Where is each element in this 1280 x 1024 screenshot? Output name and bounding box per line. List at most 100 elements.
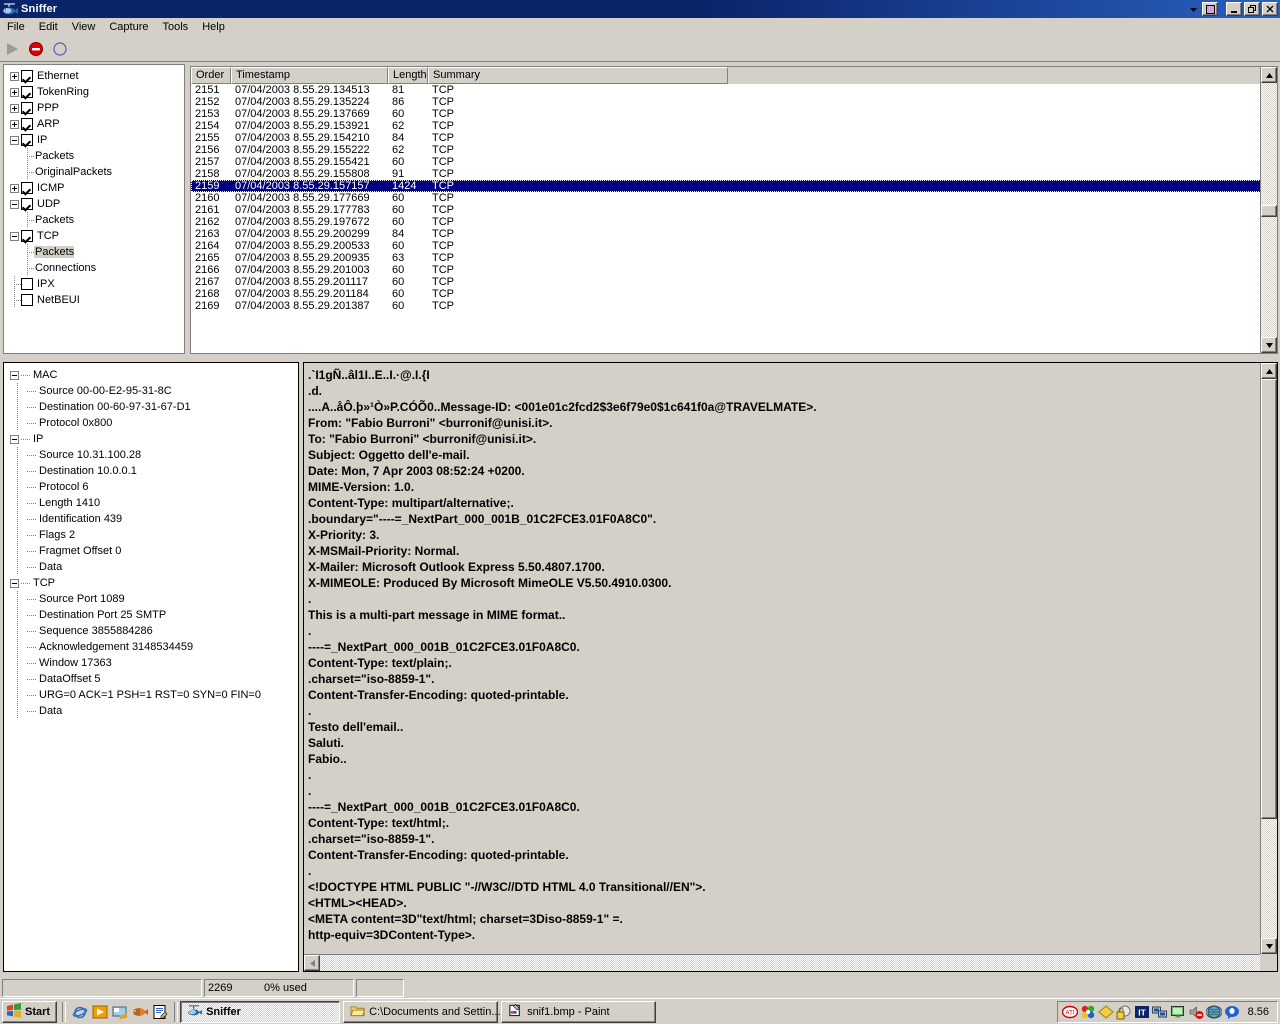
detail-tree-item[interactable]: Data bbox=[8, 559, 298, 575]
messenger-icon[interactable] bbox=[1224, 1004, 1240, 1020]
protocol-checkbox-udp[interactable] bbox=[21, 198, 33, 210]
detail-tree-item[interactable]: URG=0 ACK=1 PSH=1 RST=0 SYN=0 FIN=0 bbox=[8, 687, 298, 703]
pause-capture-button[interactable] bbox=[48, 38, 72, 60]
packet-row[interactable]: 2160 07/04/2003 8.55.29.177669 60 TCP bbox=[191, 192, 1277, 204]
packet-row[interactable]: 2153 07/04/2003 8.55.29.137669 60 TCP bbox=[191, 108, 1277, 120]
protocol-checkbox-arp[interactable] bbox=[21, 118, 33, 130]
detail-tree-item[interactable]: Destination 10.0.0.1 bbox=[8, 463, 298, 479]
internet-explorer-icon[interactable] bbox=[72, 1004, 88, 1020]
fish-icon[interactable] bbox=[132, 1004, 149, 1020]
detail-tree-item[interactable]: Source 00-00-E2-95-31-8C bbox=[8, 383, 298, 399]
content-scroll-track[interactable] bbox=[1261, 379, 1277, 938]
expand-icon[interactable] bbox=[8, 116, 21, 132]
detail-tree-item[interactable]: IP bbox=[8, 431, 298, 447]
scroll-up-button[interactable] bbox=[1261, 67, 1277, 83]
detail-tree-item[interactable]: Window 17363 bbox=[8, 655, 298, 671]
start-capture-button[interactable] bbox=[0, 38, 24, 60]
close-button[interactable] bbox=[1262, 2, 1278, 16]
menu-capture[interactable]: Capture bbox=[102, 19, 155, 36]
content-horizontal-scrollbar[interactable] bbox=[304, 954, 1260, 971]
packet-row[interactable]: 2152 07/04/2003 8.55.29.135224 86 TCP bbox=[191, 96, 1277, 108]
detail-tree-item[interactable]: Flags 2 bbox=[8, 527, 298, 543]
display-icon[interactable] bbox=[1170, 1004, 1186, 1020]
protocol-checkbox-ip[interactable] bbox=[21, 134, 33, 146]
protocol-tree-item-ppp[interactable]: PPP bbox=[8, 100, 184, 116]
detail-tree-item[interactable]: Source 10.31.100.28 bbox=[8, 447, 298, 463]
taskbar-item-explorer[interactable]: C:\Documents and Settin... bbox=[343, 1000, 501, 1023]
collapse-icon[interactable] bbox=[8, 228, 21, 244]
maximize-button[interactable] bbox=[1244, 2, 1260, 16]
scroll-track[interactable] bbox=[1261, 83, 1277, 337]
start-button[interactable]: Start bbox=[2, 1000, 58, 1023]
media-player-icon[interactable] bbox=[92, 1004, 108, 1020]
security-lock-icon[interactable] bbox=[1116, 1004, 1132, 1020]
detail-tree-item[interactable]: Sequence 3855884286 bbox=[8, 623, 298, 639]
packet-row[interactable]: 2162 07/04/2003 8.55.29.197672 60 TCP bbox=[191, 216, 1277, 228]
packet-row[interactable]: 2159 07/04/2003 8.55.29.157157 1424 TCP bbox=[191, 180, 1277, 192]
packet-row[interactable]: 2154 07/04/2003 8.55.29.153921 62 TCP bbox=[191, 120, 1277, 132]
protocol-checkbox-ethernet[interactable] bbox=[21, 70, 33, 82]
protocol-checkbox-netbeui[interactable] bbox=[21, 294, 33, 306]
protocol-tree-item-ethernet[interactable]: Ethernet bbox=[8, 68, 184, 84]
detail-tree-item[interactable]: Source Port 1089 bbox=[8, 591, 298, 607]
protocol-tree-item-connections[interactable]: Connections bbox=[8, 260, 184, 276]
packet-row[interactable]: 2157 07/04/2003 8.55.29.155421 60 TCP bbox=[191, 156, 1277, 168]
packet-list-vertical-scrollbar[interactable] bbox=[1260, 67, 1277, 353]
protocol-tree-item-ip[interactable]: IP bbox=[8, 132, 184, 148]
taskbar-clock[interactable]: 8.56 bbox=[1242, 1006, 1273, 1018]
detail-tree-item[interactable]: Destination Port 25 SMTP bbox=[8, 607, 298, 623]
protocol-tree-item-originalpackets[interactable]: OriginalPackets bbox=[8, 164, 184, 180]
packet-row[interactable]: 2167 07/04/2003 8.55.29.201117 60 TCP bbox=[191, 276, 1277, 288]
language-it-icon[interactable]: IT bbox=[1134, 1004, 1150, 1020]
protocol-tree-item-ipx[interactable]: IPX bbox=[8, 276, 184, 292]
column-header-order[interactable]: Order bbox=[191, 67, 231, 84]
stop-capture-button[interactable] bbox=[24, 38, 48, 60]
detail-tree-item[interactable]: Length 1410 bbox=[8, 495, 298, 511]
menu-help[interactable]: Help bbox=[195, 19, 232, 36]
protocol-tree-item-udp[interactable]: UDP bbox=[8, 196, 184, 212]
detail-tree-item[interactable]: Acknowledgement 3148534459 bbox=[8, 639, 298, 655]
content-vertical-scrollbar[interactable] bbox=[1260, 363, 1277, 954]
column-header-summary[interactable]: Summary bbox=[428, 67, 728, 84]
collapse-icon[interactable] bbox=[8, 196, 21, 212]
menu-edit[interactable]: Edit bbox=[32, 19, 65, 36]
packet-row[interactable]: 2164 07/04/2003 8.55.29.200533 60 TCP bbox=[191, 240, 1277, 252]
scroll-down-button[interactable] bbox=[1261, 337, 1277, 353]
content-hscroll-track[interactable] bbox=[320, 955, 1260, 971]
collapse-icon[interactable] bbox=[8, 575, 21, 591]
volume-mute-icon[interactable] bbox=[1188, 1004, 1204, 1020]
packet-list-panel[interactable]: Order Timestamp Length Summary 2151 07/04… bbox=[190, 66, 1278, 354]
ati-icon[interactable]: ATI bbox=[1061, 1004, 1078, 1020]
protocol-tree-item-netbeui[interactable]: NetBEUI bbox=[8, 292, 184, 308]
protocol-tree-item-packets[interactable]: Packets bbox=[8, 244, 184, 260]
protocol-checkbox-ipx[interactable] bbox=[21, 278, 33, 290]
detail-tree-item[interactable]: Fragmet Offset 0 bbox=[8, 543, 298, 559]
taskbar-item-paint[interactable]: snif1.bmp - Paint bbox=[501, 1000, 657, 1023]
detail-tree-item[interactable]: Destination 00-60-97-31-67-D1 bbox=[8, 399, 298, 415]
protocol-tree-item-tcp[interactable]: TCP bbox=[8, 228, 184, 244]
content-scroll-left-button[interactable] bbox=[304, 955, 320, 971]
expand-icon[interactable] bbox=[8, 180, 21, 196]
detail-tree-item[interactable]: DataOffset 5 bbox=[8, 671, 298, 687]
protocol-checkbox-tokenring[interactable] bbox=[21, 86, 33, 98]
expand-icon[interactable] bbox=[8, 100, 21, 116]
content-scroll-thumb[interactable] bbox=[1261, 379, 1277, 819]
scroll-thumb[interactable] bbox=[1261, 205, 1277, 217]
mdi-restore-button[interactable] bbox=[1202, 2, 1218, 16]
detail-tree-item[interactable]: Protocol 0x800 bbox=[8, 415, 298, 431]
packet-row[interactable]: 2168 07/04/2003 8.55.29.201184 60 TCP bbox=[191, 288, 1277, 300]
protocol-tree-item-tokenring[interactable]: TokenRing bbox=[8, 84, 184, 100]
packet-content-panel[interactable]: .`I1gÑ..âl1I..E..I.·@.I.{I .d. ....A..åÔ… bbox=[303, 362, 1278, 972]
collapse-icon[interactable] bbox=[8, 367, 21, 383]
protocol-checkbox-ppp[interactable] bbox=[21, 102, 33, 114]
packet-row[interactable]: 2169 07/04/2003 8.55.29.201387 60 TCP bbox=[191, 300, 1277, 312]
expand-icon[interactable] bbox=[8, 68, 21, 84]
mdi-dropdown-icon[interactable] bbox=[1187, 3, 1200, 16]
packet-detail-tree-panel[interactable]: MAC Source 00-00-E2-95-31-8C Destination 0… bbox=[3, 362, 299, 972]
collapse-icon[interactable] bbox=[8, 132, 21, 148]
taskbar-item-sniffer[interactable]: Sniffer bbox=[180, 1000, 341, 1023]
packet-row[interactable]: 2158 07/04/2003 8.55.29.155808 91 TCP bbox=[191, 168, 1277, 180]
detail-tree-item[interactable]: Protocol 6 bbox=[8, 479, 298, 495]
network-connection-icon[interactable] bbox=[1151, 1004, 1168, 1020]
packet-row[interactable]: 2151 07/04/2003 8.55.29.134513 81 TCP bbox=[191, 84, 1277, 96]
